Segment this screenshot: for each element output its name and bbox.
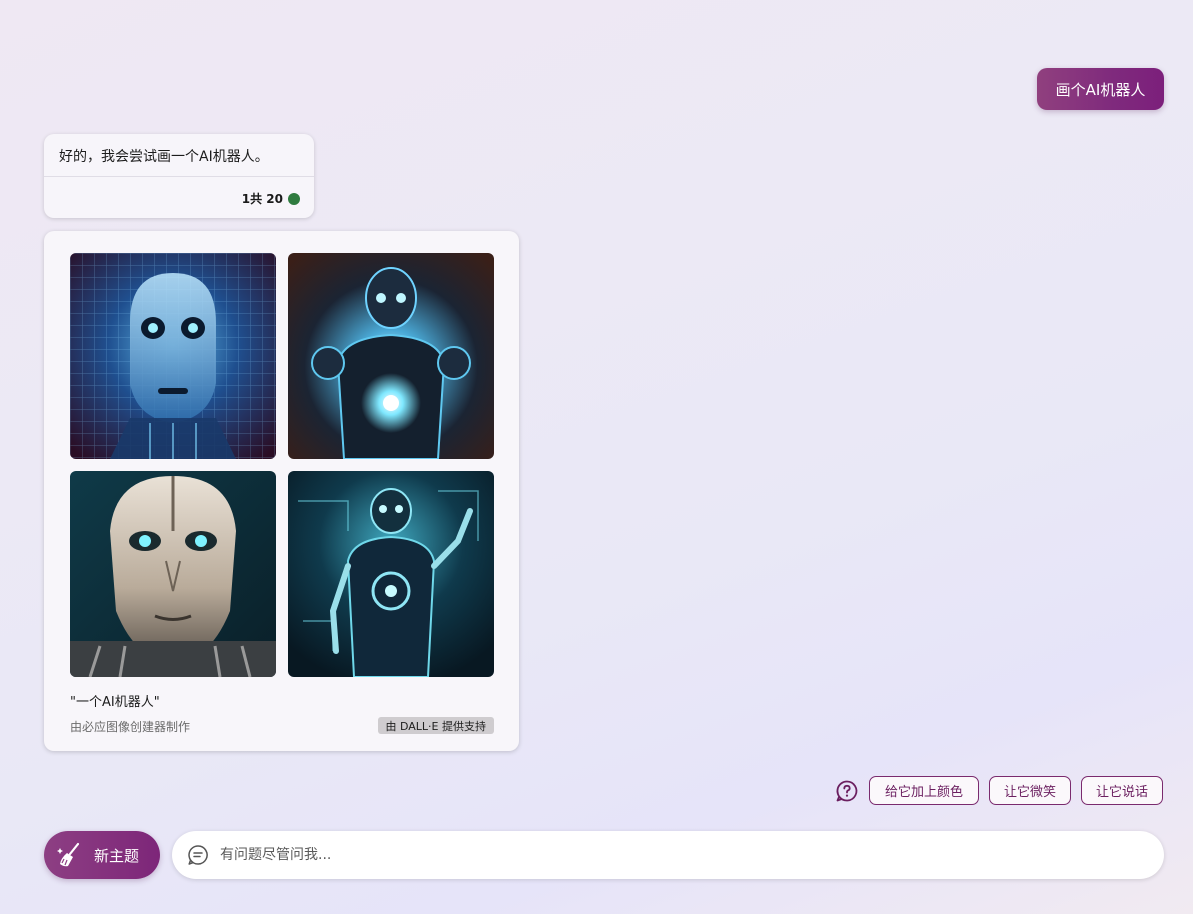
user-message-bubble: 画个AI机器人 — [1037, 68, 1164, 110]
status-dot-icon — [288, 192, 300, 205]
chat-input-container[interactable] — [172, 831, 1164, 879]
new-topic-button[interactable]: 新主题 — [44, 831, 160, 879]
chat-bubble-icon — [188, 845, 208, 865]
bot-reply-card: 好的，我会尝试画一个AI机器人。 1共 20 — [44, 134, 314, 218]
broom-icon — [57, 842, 80, 867]
suggestion-chip-speak[interactable]: 让它说话 — [1081, 776, 1163, 805]
generated-image-4[interactable] — [288, 471, 494, 677]
suggestion-chip-smile[interactable]: 让它微笑 — [989, 776, 1071, 805]
image-result-card: "一个AI机器人" 由必应图像创建器制作 由 DALL·E 提供支持 — [44, 231, 519, 751]
generated-image-1[interactable] — [70, 253, 276, 459]
turn-counter: 1共 20 — [242, 190, 300, 207]
image-caption: "一个AI机器人" — [70, 695, 160, 710]
dalle-badge: 由 DALL·E 提供支持 — [377, 717, 494, 734]
divider — [44, 176, 314, 177]
chat-input[interactable] — [220, 831, 1164, 879]
new-topic-label: 新主题 — [94, 846, 140, 865]
suggestion-chip-add-color[interactable]: 给它加上颜色 — [869, 776, 979, 805]
turn-counter-text: 1共 20 — [241, 192, 283, 206]
question-circle-icon[interactable] — [835, 779, 859, 803]
image-creator-credit[interactable]: 由必应图像创建器制作 — [70, 718, 190, 735]
user-message-text: 画个AI机器人 — [1055, 80, 1146, 99]
bot-reply-text: 好的，我会尝试画一个AI机器人。 — [59, 149, 269, 165]
generated-image-3[interactable] — [70, 471, 276, 677]
generated-image-2[interactable] — [288, 253, 494, 459]
